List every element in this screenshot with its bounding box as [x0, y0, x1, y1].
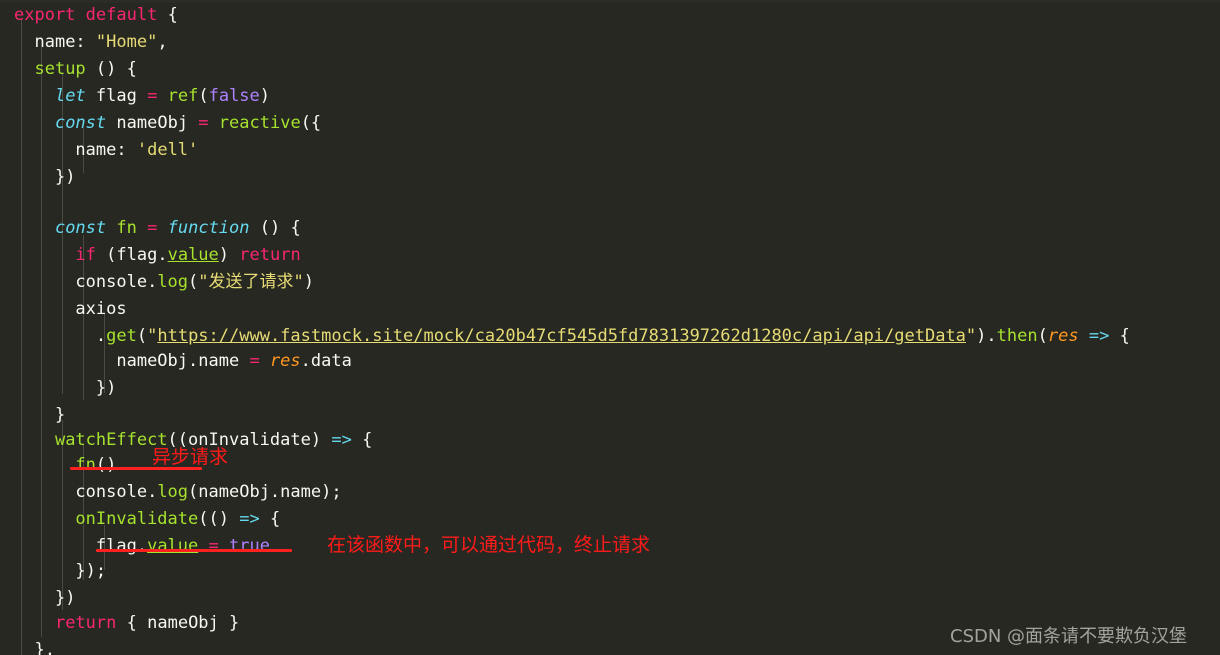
code-line-8-blank[interactable] — [14, 188, 24, 215]
code-lines-container[interactable]: export default { name: "Home", setup () … — [0, 0, 1220, 655]
code-line-10[interactable]: if (flag.value) return — [14, 242, 300, 269]
code-line-5[interactable]: const nameObj = reactive({ — [14, 110, 321, 137]
code-line-25[interactable]: }, — [14, 637, 54, 655]
code-line-3[interactable]: setup () { — [14, 56, 136, 83]
code-line-21[interactable]: flag.value = true — [14, 533, 270, 560]
code-line-16[interactable]: } — [14, 402, 65, 429]
code-line-18[interactable]: fn() — [14, 452, 116, 479]
code-line-6[interactable]: name: 'dell' — [14, 137, 198, 164]
code-line-2[interactable]: name: "Home", — [14, 29, 167, 56]
code-line-20[interactable]: onInvalidate(() => { — [14, 506, 280, 533]
code-line-1[interactable]: export default { — [14, 2, 178, 29]
csdn-watermark: CSDN @面条请不要欺负汉堡 — [950, 626, 1188, 647]
code-line-7[interactable]: }) — [14, 164, 75, 191]
code-line-23[interactable]: }) — [14, 585, 75, 612]
async-request-note: 异步请求 — [152, 446, 229, 468]
code-line-14[interactable]: nameObj.name = res.data — [14, 348, 351, 375]
code-line-11[interactable]: console.log("发送了请求") — [14, 269, 314, 296]
code-line-13[interactable]: .get("https://www.fastmock.site/mock/ca2… — [14, 323, 1130, 350]
code-line-12[interactable]: axios — [14, 296, 126, 323]
code-line-19[interactable]: console.log(nameObj.name); — [14, 479, 341, 506]
code-line-22[interactable]: }); — [14, 558, 106, 585]
flag-value-underline — [96, 549, 292, 552]
code-line-9[interactable]: const fn = function () { — [14, 215, 301, 242]
abort-request-note: 在该函数中，可以通过代码，终止请求 — [327, 534, 651, 556]
code-editor-screenshot: ····· ··· export default { name: "Home",… — [0, 0, 1220, 655]
code-line-4[interactable]: let flag = ref(false) — [14, 83, 270, 110]
code-line-24[interactable]: return { nameObj } — [14, 610, 239, 637]
code-line-15[interactable]: }) — [14, 375, 116, 402]
